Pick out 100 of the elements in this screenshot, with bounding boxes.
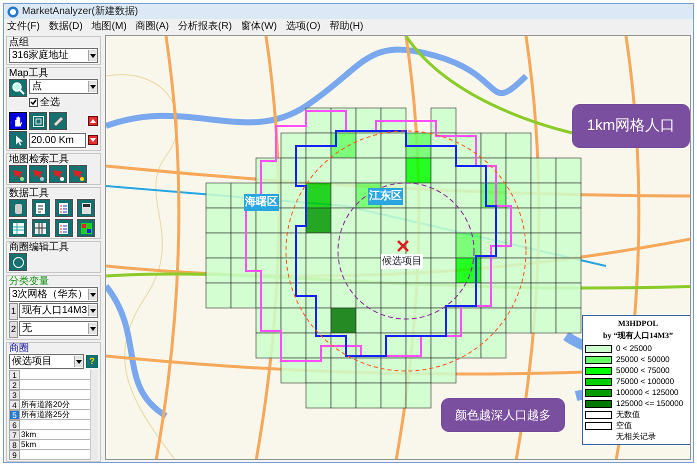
search-icon bbox=[11, 81, 25, 95]
row-index[interactable]: 2 bbox=[9, 380, 20, 390]
list-cell[interactable] bbox=[20, 450, 90, 460]
group-label: 点组 bbox=[9, 37, 30, 48]
list-cell[interactable]: 所有道路20分 bbox=[20, 400, 90, 410]
dropdown-caret-icon bbox=[88, 50, 97, 61]
legend-label: 空值 bbox=[616, 420, 632, 432]
legend-label: 25000 < 50000 bbox=[616, 354, 670, 366]
menu-item[interactable]: 商圈(A) bbox=[136, 19, 170, 34]
dropdown-caret-icon bbox=[88, 81, 97, 92]
dropdown-caret-icon bbox=[88, 289, 97, 300]
legend-subtitle: by “现有人口14M3” bbox=[602, 330, 674, 342]
legend-label: 50000 < 75000 bbox=[616, 364, 670, 376]
legend-title: M3HDPOL bbox=[617, 318, 659, 330]
row-index[interactable]: 8 bbox=[9, 440, 20, 450]
checkbox[interactable] bbox=[29, 98, 38, 107]
menu-item[interactable]: 地图(M) bbox=[92, 19, 127, 34]
legend-label: 无相关记录 bbox=[616, 430, 656, 442]
map-tile-icon bbox=[78, 220, 94, 236]
row-index[interactable]: 5 bbox=[9, 410, 20, 420]
legend-label: 75000 < 100000 bbox=[616, 376, 674, 388]
search-tool-button[interactable] bbox=[49, 165, 67, 183]
zoom-button[interactable] bbox=[9, 79, 27, 97]
list-cell[interactable] bbox=[20, 370, 90, 380]
legend-label: 无数值 bbox=[616, 408, 640, 420]
data-tool-button[interactable] bbox=[32, 199, 50, 217]
checkbox-label: 全选 bbox=[40, 96, 60, 110]
list-cell[interactable]: 5km bbox=[20, 440, 90, 450]
down-button[interactable] bbox=[88, 135, 98, 145]
row-index[interactable]: 9 bbox=[9, 450, 20, 460]
dropdown-caret-icon bbox=[88, 323, 97, 334]
up-button[interactable] bbox=[88, 116, 98, 126]
map-tool-button[interactable] bbox=[9, 112, 27, 130]
list-cell[interactable] bbox=[20, 380, 90, 390]
row-index[interactable]: 3 bbox=[9, 390, 20, 400]
variable-select[interactable]: 无 bbox=[19, 321, 98, 336]
group-label: 商圈编辑工具 bbox=[9, 242, 70, 253]
data-tool-button[interactable] bbox=[32, 219, 50, 237]
district-label: 海曙区 bbox=[244, 194, 279, 210]
data-tool-button[interactable] bbox=[77, 219, 96, 237]
circle-icon bbox=[10, 254, 26, 270]
callout-bubble: 颜色越深人口越多 bbox=[441, 398, 565, 432]
marker-label: 候选项目 bbox=[381, 254, 423, 269]
menu-item[interactable]: 选项(O) bbox=[286, 19, 320, 34]
callout-bubble: 1km网格人口 bbox=[572, 104, 690, 148]
data-tool-button[interactable] bbox=[54, 219, 72, 237]
window-title: MarketAnalyzer(新建数据) bbox=[22, 4, 138, 19]
index-label: 1 bbox=[9, 303, 18, 320]
point-group-select[interactable]: 316家庭地址 bbox=[9, 48, 98, 63]
row-index[interactable]: 1 bbox=[9, 370, 20, 380]
menu-item[interactable]: 窗体(W) bbox=[240, 19, 278, 34]
data-tool-button[interactable] bbox=[9, 219, 27, 237]
row-index[interactable]: 6 bbox=[9, 420, 20, 430]
ruler-tool-icon bbox=[50, 114, 66, 128]
row-index[interactable]: 7 bbox=[9, 430, 20, 440]
distance-field[interactable]: 20.00 Km bbox=[29, 132, 86, 148]
point-type-select[interactable]: 点 bbox=[29, 79, 98, 94]
list-cell[interactable]: 3km bbox=[20, 430, 90, 440]
app-logo-icon bbox=[7, 6, 19, 18]
search-tool-button[interactable] bbox=[69, 165, 87, 183]
group-label: 数据工具 bbox=[9, 188, 50, 199]
list-cell[interactable] bbox=[20, 420, 90, 430]
grid-select[interactable]: 3次网格（华东） bbox=[9, 287, 98, 302]
row-index[interactable]: 4 bbox=[9, 400, 20, 410]
menu-item[interactable]: 数据(D) bbox=[48, 19, 83, 34]
frame-tool-icon bbox=[30, 114, 46, 128]
group-label: 商圈 bbox=[9, 343, 30, 354]
map-tool-button[interactable] bbox=[29, 112, 47, 130]
down-arrow-icon bbox=[90, 138, 96, 142]
grid-icon bbox=[33, 220, 48, 236]
help-button[interactable]: ? bbox=[86, 355, 98, 368]
variable-select[interactable]: 现有人口14M3 bbox=[19, 303, 98, 318]
cross-marker-icon bbox=[396, 239, 410, 253]
search-tool-button[interactable] bbox=[29, 165, 47, 183]
search-tool-button[interactable] bbox=[9, 165, 27, 183]
menu-item[interactable]: 文件(F) bbox=[7, 19, 40, 34]
group-label: Map工具 bbox=[9, 68, 50, 79]
group-label: 分类变量 bbox=[9, 276, 50, 287]
data-tool-button[interactable] bbox=[54, 199, 72, 217]
list-cell[interactable]: 所有道路25分 bbox=[20, 410, 90, 420]
legend-label: 100000 < 125000 bbox=[616, 386, 679, 398]
map-tool-button[interactable] bbox=[9, 131, 27, 149]
district-label: 江东区 bbox=[368, 188, 403, 204]
scrollbar[interactable] bbox=[90, 370, 98, 460]
edit-tool-button[interactable] bbox=[9, 253, 27, 271]
data-tool-button[interactable] bbox=[77, 199, 96, 217]
group-label: 地图检索工具 bbox=[9, 154, 70, 165]
project-select[interactable]: 候选项目 bbox=[9, 354, 84, 369]
menu-item[interactable]: 分析报表(R) bbox=[178, 19, 232, 34]
table-icon bbox=[10, 220, 26, 236]
up-arrow-icon bbox=[90, 119, 96, 123]
list-cell[interactable] bbox=[20, 390, 90, 400]
menu-item[interactable]: 帮助(H) bbox=[329, 19, 364, 34]
index-label: 2 bbox=[9, 321, 18, 338]
legend-label: 125000 <= 150000 bbox=[616, 398, 684, 410]
list-icon bbox=[56, 200, 71, 216]
legend-label: 0 < 25000 bbox=[616, 342, 652, 354]
dropdown-caret-icon bbox=[74, 356, 83, 367]
list-icon bbox=[56, 220, 71, 236]
dropdown-caret-icon bbox=[88, 305, 97, 316]
